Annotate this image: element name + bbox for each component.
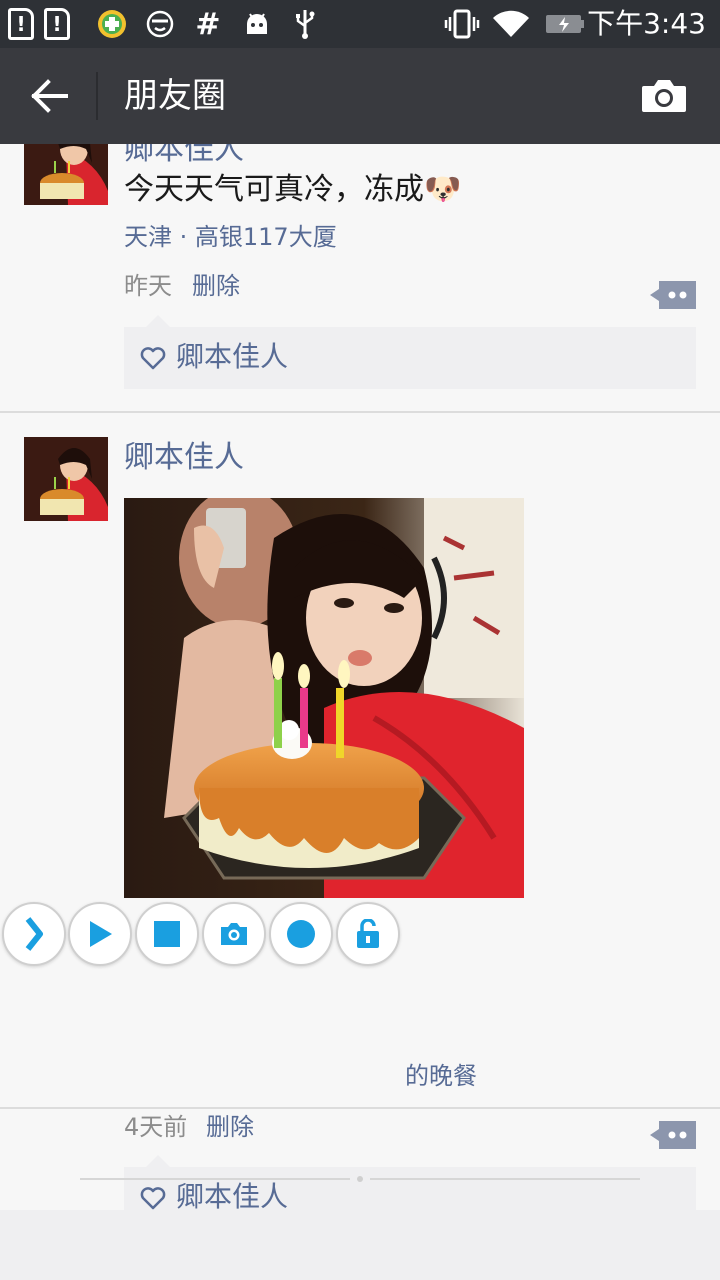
camera-icon[interactable] xyxy=(640,78,688,114)
status-time: 下午3:43 xyxy=(587,7,706,40)
post-time: 4天前 xyxy=(124,1113,188,1141)
likes-panel: 卿本佳人 xyxy=(124,315,696,389)
liker-name[interactable]: 卿本佳人 xyxy=(176,1179,288,1210)
battery-charging-icon xyxy=(544,8,586,40)
page-title: 朋友圈 xyxy=(124,76,226,116)
comment-icon[interactable] xyxy=(650,1120,696,1150)
title-divider xyxy=(96,72,98,120)
title-bar: 朋友圈 xyxy=(0,48,720,144)
avatar[interactable] xyxy=(24,437,108,521)
liker-name[interactable]: 卿本佳人 xyxy=(176,339,288,375)
post-caption: 的晚餐 xyxy=(405,1062,477,1090)
delete-link[interactable]: 删除 xyxy=(206,1111,254,1143)
wifi-icon xyxy=(490,8,532,40)
arrow-left-icon[interactable] xyxy=(30,76,70,116)
post-author[interactable]: 卿本佳人 xyxy=(124,144,244,170)
post-divider xyxy=(0,1107,720,1109)
post-divider xyxy=(0,411,720,413)
hash-icon: # xyxy=(195,6,221,42)
bottom-area xyxy=(0,1210,720,1280)
moments-feed[interactable]: 卿本佳人 今天天气可真冷，冻成🐶 天津 · 高银117大厦 昨天 删除 卿本佳人 xyxy=(0,144,720,1210)
moment-post: 卿本佳人 的晚餐 4天前 删除 卿本佳人 xyxy=(0,414,720,1210)
heart-icon xyxy=(140,346,166,370)
expand-icon[interactable] xyxy=(2,902,66,966)
sim-alert-icon: ! xyxy=(8,8,34,40)
post-author[interactable]: 卿本佳人 xyxy=(124,438,244,478)
face-icon xyxy=(144,8,176,40)
vibrate-icon xyxy=(442,8,482,40)
delete-link[interactable]: 删除 xyxy=(192,270,240,302)
avatar[interactable] xyxy=(24,144,108,205)
play-icon[interactable] xyxy=(68,902,132,966)
post-text: 今天天气可真冷，冻成🐶 xyxy=(124,172,462,207)
sim-alert-icon: ! xyxy=(44,8,70,40)
post-time: 昨天 xyxy=(124,272,172,300)
feed-end-line xyxy=(80,1178,350,1180)
moment-post: 卿本佳人 今天天气可真冷，冻成🐶 天津 · 高银117大厦 昨天 删除 卿本佳人 xyxy=(0,144,720,412)
comment-icon[interactable] xyxy=(650,280,696,310)
android-debug-icon xyxy=(242,8,272,40)
security-app-icon xyxy=(96,8,128,40)
stop-icon[interactable] xyxy=(135,902,199,966)
screenshot-icon[interactable] xyxy=(202,902,266,966)
unlock-icon[interactable] xyxy=(336,902,400,966)
status-bar: ! ! # 下午3:43 xyxy=(0,0,720,48)
post-photo[interactable] xyxy=(124,498,524,898)
feed-end-dot xyxy=(357,1176,363,1182)
record-icon[interactable] xyxy=(269,902,333,966)
heart-icon xyxy=(140,1186,166,1210)
usb-icon xyxy=(290,8,320,40)
post-location[interactable]: 天津 · 高银117大厦 xyxy=(124,221,337,253)
likes-panel: 卿本佳人 xyxy=(124,1155,696,1210)
feed-end-line xyxy=(370,1178,640,1180)
